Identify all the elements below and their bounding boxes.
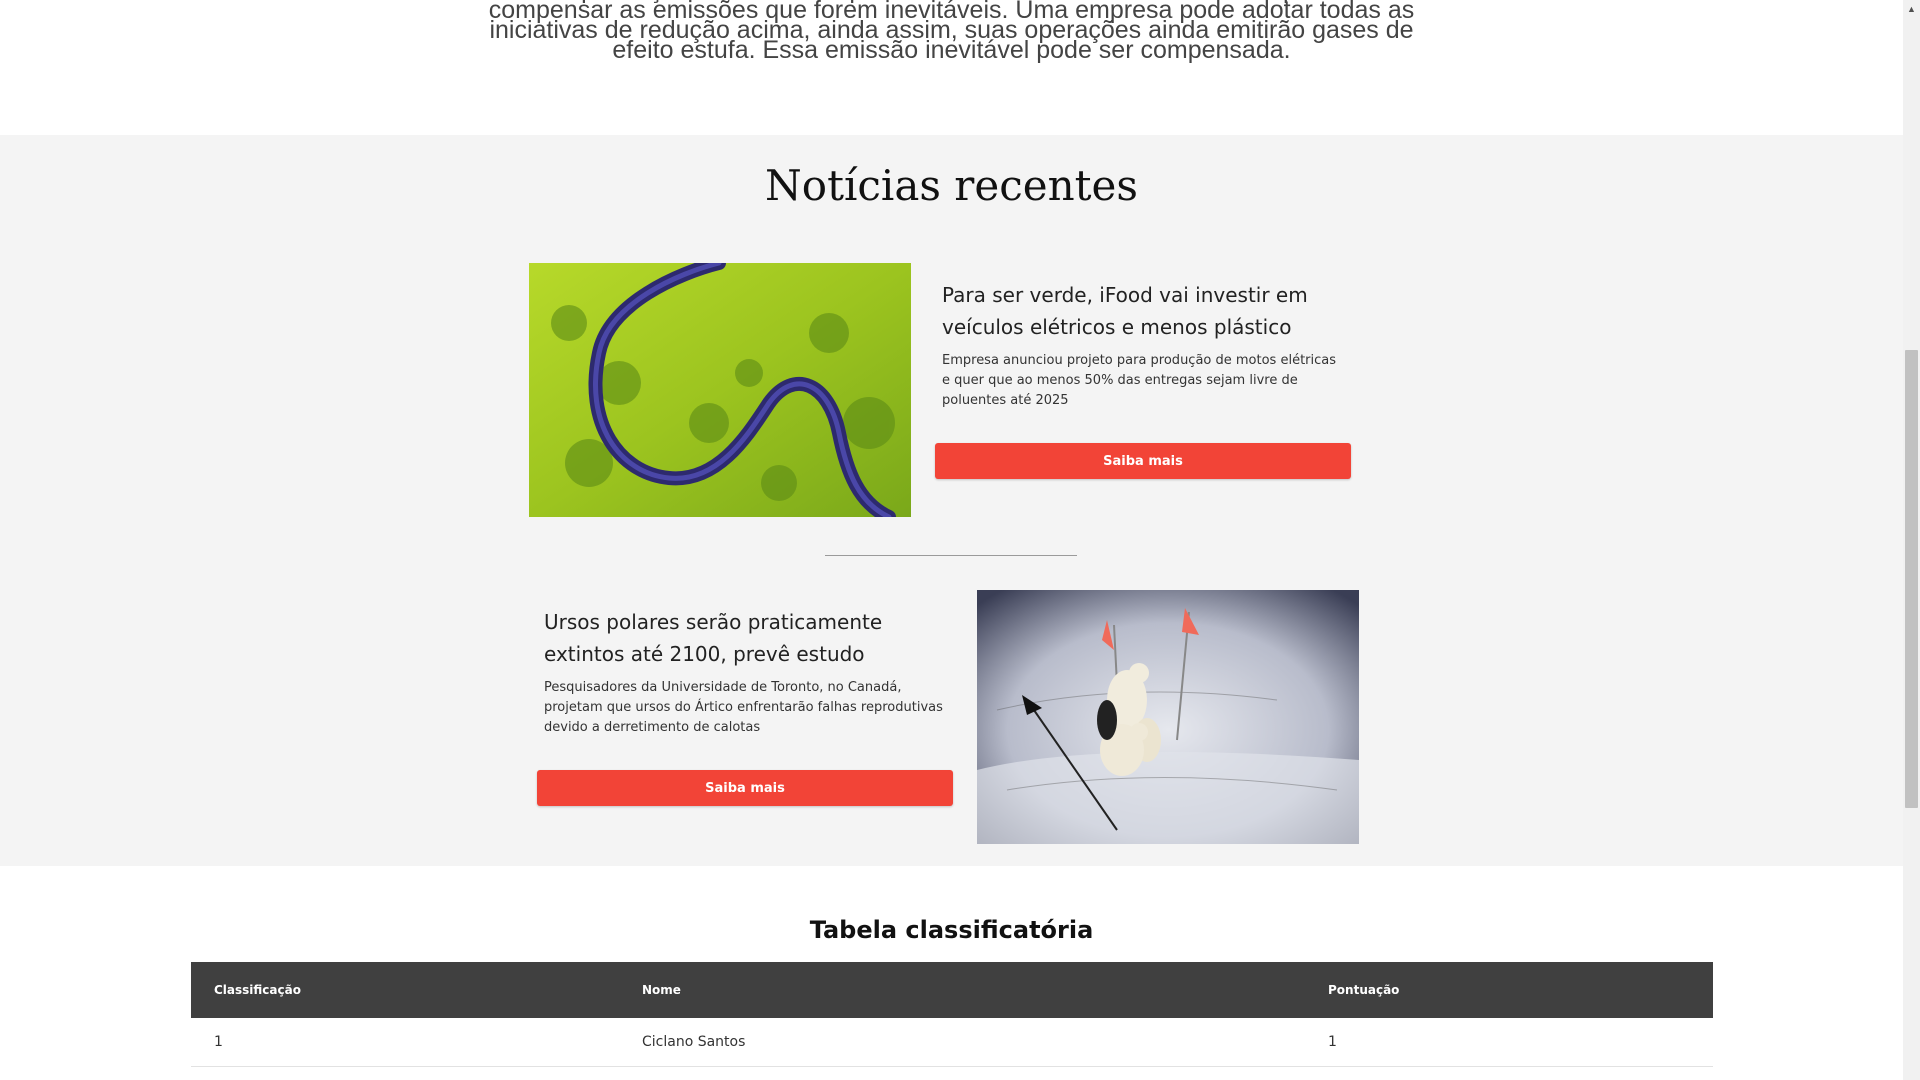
scroll-up-arrow-icon[interactable]: ▲: [1903, 0, 1920, 17]
news-divider: [825, 555, 1077, 556]
cell-score: 1: [1305, 1018, 1713, 1067]
column-header-name: Nome: [619, 962, 1305, 1018]
news-summary: Empresa anunciou projeto para produção d…: [942, 353, 1337, 408]
polar-bears-image[interactable]: [977, 590, 1359, 844]
column-header-score: Pontuação: [1305, 962, 1713, 1018]
column-header-rank: Classificação: [191, 962, 619, 1018]
read-more-button[interactable]: Saiba mais: [537, 770, 953, 806]
table-header-row: Classificação Nome Pontuação: [191, 962, 1713, 1018]
cell-name: Ciclano Santos: [619, 1018, 1305, 1067]
news-headline[interactable]: Ursos polares serão praticamente extinto…: [544, 606, 944, 670]
news-headline[interactable]: Para ser verde, iFood vai investir em ve…: [942, 279, 1342, 343]
news-summary: Pesquisadores da Universidade de Toronto…: [544, 680, 943, 735]
news-card-ifood: Para ser verde, iFood vai investir em ve…: [529, 263, 1359, 519]
news-section-title: Notícias recentes: [765, 161, 1138, 210]
vertical-scrollbar[interactable]: ▲: [1903, 0, 1920, 1080]
cell-rank: 1: [191, 1018, 619, 1067]
river-wetland-image[interactable]: [529, 263, 911, 517]
recent-news-section: Notícias recentes Para ser verde, iFood …: [0, 135, 1903, 866]
news-card-polar-bears: Ursos polares serão praticamente extinto…: [537, 590, 1359, 846]
leaderboard-title: Tabela classificatória: [809, 916, 1094, 944]
table-row: 1 Ciclano Santos 1: [191, 1018, 1713, 1067]
leaderboard-table: Classificação Nome Pontuação 1 Ciclano S…: [191, 962, 1713, 1067]
news-card-body: Ursos polares serão praticamente extinto…: [544, 606, 944, 738]
page: Compensação de carbono: após reduzir a e…: [0, 0, 1920, 1080]
scrollbar-thumb[interactable]: [1905, 350, 1918, 808]
intro-paragraph: Compensação de carbono: após reduzir a e…: [488, 0, 1415, 64]
news-card-body: Para ser verde, iFood vai investir em ve…: [942, 279, 1342, 411]
read-more-button[interactable]: Saiba mais: [935, 443, 1351, 479]
intro-section: Compensação de carbono: após reduzir a e…: [0, 0, 1903, 64]
